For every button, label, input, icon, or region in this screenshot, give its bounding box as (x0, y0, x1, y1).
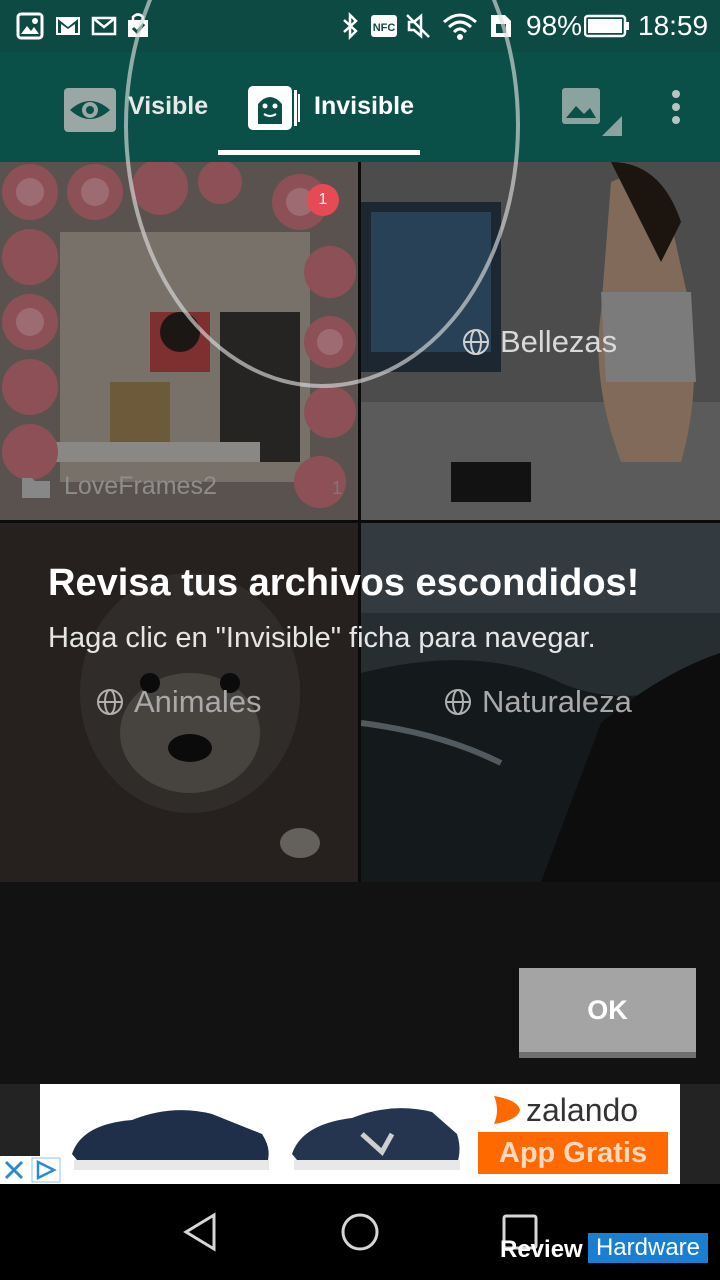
globe-icon (463, 329, 489, 355)
eye-icon (64, 88, 116, 132)
globe-icon (97, 689, 123, 715)
tab-indicator (218, 150, 420, 155)
mail-icon (91, 16, 117, 36)
battery-percent: 98% (526, 10, 583, 41)
more-options-icon[interactable] (664, 88, 688, 128)
album-name-animales: Animales (134, 684, 262, 719)
album-count: 1 (332, 478, 343, 498)
clock: 18:59 (638, 10, 709, 41)
svg-text:NFC: NFC (373, 22, 396, 34)
folder-icon (22, 478, 50, 498)
album-name-bellezas: Bellezas (500, 324, 618, 359)
gmail-icon (56, 17, 80, 35)
globe-icon (445, 689, 471, 715)
ghost-icon (248, 86, 300, 130)
wifi-icon (443, 13, 477, 40)
bluetooth-icon (343, 12, 358, 40)
watermark-review: Review (500, 1236, 583, 1263)
ad-choices-icon[interactable] (0, 1156, 62, 1184)
zalando-logo-icon (494, 1096, 520, 1124)
gallery-icon[interactable] (560, 84, 626, 140)
ad-brand: zalando (526, 1092, 639, 1128)
album-name: LoveFrames2 (64, 472, 217, 500)
album-thumbnail (0, 162, 358, 520)
ok-button[interactable]: OK (519, 968, 696, 1058)
muted-icon (406, 13, 430, 39)
coach-subtitle: Haga clic en "Invisible" ficha para nave… (48, 622, 596, 654)
battery-icon (584, 14, 629, 38)
image-notification-icon (16, 12, 44, 40)
back-icon[interactable] (182, 1212, 218, 1252)
sim-icon (491, 15, 511, 37)
sneakers-image (72, 1108, 460, 1170)
tab-visible-label: Visible (128, 92, 209, 120)
nfc-icon: NFC (371, 15, 397, 37)
ad-cta[interactable]: App Gratis (478, 1132, 668, 1174)
shopping-bag-icon (128, 13, 148, 37)
album-name-naturaleza: Naturaleza (482, 684, 632, 719)
coach-title: Revisa tus archivos escondidos! (48, 562, 640, 604)
watermark-hardware: Hardware (588, 1233, 708, 1263)
notification-badge: 1 (307, 184, 339, 216)
home-icon[interactable] (340, 1212, 380, 1252)
status-bar: NFC 98% 18:59 (0, 0, 720, 52)
album-tile-loveframes[interactable]: LoveFrames2 1 (0, 162, 358, 520)
tab-invisible-label: Invisible (314, 92, 415, 120)
